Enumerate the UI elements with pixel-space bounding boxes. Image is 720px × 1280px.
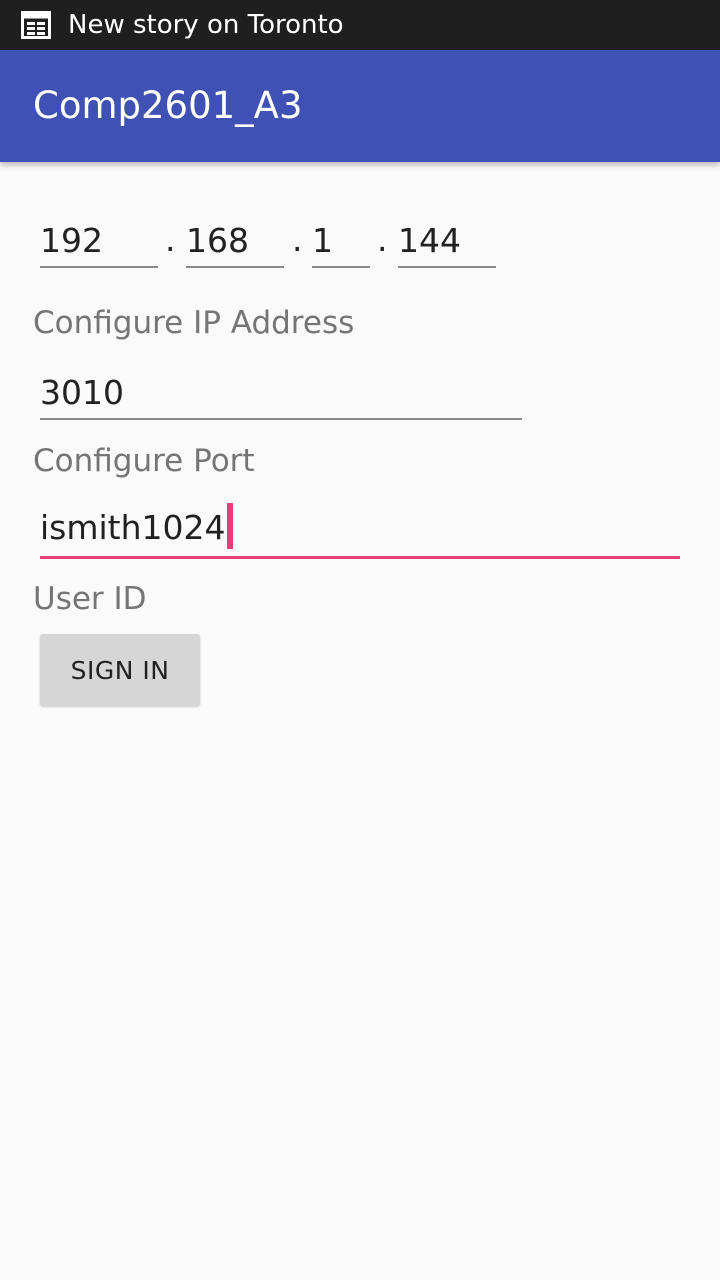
text-cursor — [226, 503, 233, 549]
sign-in-button-label: SIGN IN — [70, 655, 170, 685]
ip-octet-2-field[interactable]: 168 — [186, 218, 284, 268]
ip-separator-2: . — [292, 220, 303, 259]
newspaper-icon — [21, 11, 51, 39]
ip-octet-2-value: 168 — [186, 221, 249, 260]
ip-address-label: Configure IP Address — [33, 305, 355, 341]
ip-separator-3: . — [377, 220, 388, 259]
app-bar: Comp2601_A3 — [0, 50, 720, 162]
ip-separator-1: . — [165, 220, 176, 259]
user-id-label: User ID — [33, 581, 147, 617]
ip-octet-3-value: 1 — [312, 221, 333, 260]
ip-octet-3-field[interactable]: 1 — [312, 218, 370, 268]
user-id-value: ismith1024 — [40, 508, 226, 547]
user-id-input-content: ismith1024 — [40, 503, 233, 549]
port-value: 3010 — [40, 373, 124, 412]
ip-octet-1-value: 192 — [40, 221, 103, 260]
ip-octet-4-value: 144 — [398, 221, 461, 260]
ip-octet-1-field[interactable]: 192 — [40, 218, 158, 268]
port-label: Configure Port — [33, 443, 255, 479]
ip-octet-4-field[interactable]: 144 — [398, 218, 496, 268]
notification-text: New story on Toronto — [68, 10, 344, 40]
user-id-field[interactable]: ismith1024 — [40, 502, 680, 559]
status-bar: New story on Toronto — [0, 0, 720, 50]
port-field[interactable]: 3010 — [40, 368, 522, 420]
sign-in-button[interactable]: SIGN IN — [40, 634, 200, 706]
app-title: Comp2601_A3 — [33, 84, 303, 127]
